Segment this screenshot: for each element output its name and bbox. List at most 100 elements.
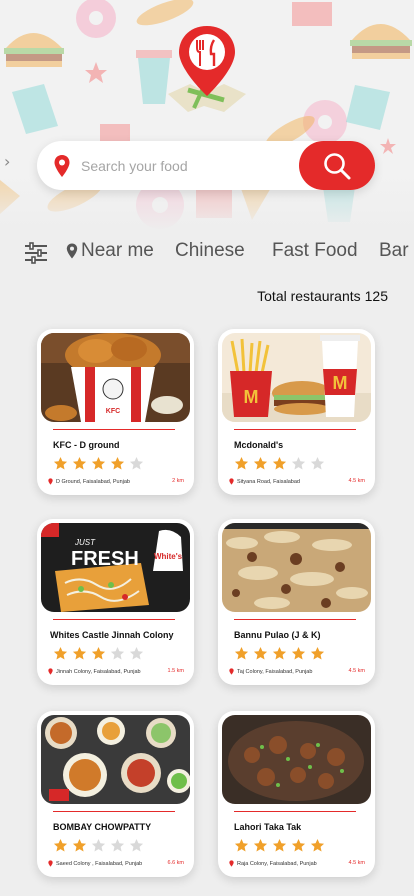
divider [53, 429, 175, 430]
star-icon [53, 646, 68, 660]
star-icon [253, 838, 268, 852]
restaurant-address: Saeed Colony , Faisalabad, Punjab [48, 860, 142, 867]
address-text: Taj Colony, Faisalabad, Punjab [237, 668, 313, 675]
divider [53, 619, 175, 620]
star-icon [234, 456, 249, 470]
location-pin-icon [229, 478, 234, 485]
restaurant-address: Raja Colony, Faisalabad, Punjab [229, 860, 317, 867]
restaurant-name: Bannu Pulao (J & K) [234, 630, 321, 640]
restaurant-address: Jinnah Colony, Faisalabad, Punjab [48, 668, 141, 675]
tab-chinese[interactable]: Chinese [175, 240, 245, 262]
restaurant-address: D Ground, Faisalabad, Punjab [48, 478, 130, 485]
star-icon [110, 838, 125, 852]
star-icon [291, 838, 306, 852]
location-pin-icon [229, 860, 234, 867]
restaurant-card[interactable]: JUST FRESH White's Whites Castle Jinnah … [37, 519, 194, 685]
svg-text:M: M [244, 387, 259, 407]
restaurant-card[interactable]: Lahori Taka Tak Raja Colony, Faisalabad,… [218, 711, 375, 877]
kfc-logo-text: KFC [106, 408, 120, 415]
restaurant-name: Whites Castle Jinnah Colony [50, 630, 174, 640]
restaurant-photo [222, 715, 371, 804]
divider [234, 619, 356, 620]
star-icon [129, 838, 144, 852]
location-pin-icon [229, 668, 234, 675]
app-logo-icon [164, 22, 250, 114]
divider [234, 429, 356, 430]
star-icon [110, 456, 125, 470]
rating-stars [53, 456, 148, 471]
star-icon [129, 456, 144, 470]
star-icon [253, 646, 268, 660]
search-bar [37, 141, 375, 190]
address-text: Jinnah Colony, Faisalabad, Punjab [56, 668, 141, 675]
total-restaurants-label: Total restaurants [257, 288, 361, 304]
search-button[interactable] [299, 141, 375, 190]
photo-text-fresh: FRESH [71, 548, 139, 570]
tab-near-me-label: Near me [81, 240, 154, 261]
divider [234, 811, 356, 812]
rating-stars [53, 838, 148, 853]
restaurant-photo: M M [222, 333, 371, 422]
star-icon [234, 646, 249, 660]
address-text: Raja Colony, Faisalabad, Punjab [237, 860, 317, 867]
star-icon [72, 456, 87, 470]
star-icon [110, 646, 125, 660]
star-icon [310, 838, 325, 852]
photo-text-just: JUST [74, 538, 96, 547]
search-icon [324, 152, 351, 179]
restaurant-photo: JUST FRESH White's [41, 523, 190, 612]
distance: 6.6 km [167, 860, 184, 866]
star-icon [53, 456, 68, 470]
star-icon [91, 456, 106, 470]
star-icon [291, 646, 306, 660]
star-icon [91, 838, 106, 852]
star-icon [272, 646, 287, 660]
chevron-left-icon[interactable]: › [4, 152, 10, 171]
restaurant-card[interactable]: Bannu Pulao (J & K) Taj Colony, Faisalab… [218, 519, 375, 685]
restaurant-name: BOMBAY CHOWPATTY [53, 822, 152, 832]
photo-text-whites: White's [154, 552, 183, 561]
restaurant-name: KFC - D ground [53, 440, 120, 450]
location-pin-icon [48, 478, 53, 485]
rating-stars [53, 646, 148, 661]
address-text: Saeed Colony , Faisalabad, Punjab [56, 860, 143, 867]
address-text: Sityana Road, Faisalabad [237, 478, 300, 485]
rating-stars [234, 456, 329, 471]
search-input[interactable] [81, 153, 291, 179]
restaurant-name: Mcdonald's [234, 440, 284, 450]
distance: 2 km [172, 478, 184, 484]
total-restaurants: Total restaurants 125 [257, 288, 388, 304]
star-icon [53, 838, 68, 852]
restaurant-photo [222, 523, 371, 612]
restaurant-card[interactable]: M M Mcdonald's Sityana Road, Faisalabad … [218, 329, 375, 495]
star-icon [91, 646, 106, 660]
star-icon [272, 838, 287, 852]
star-icon [234, 838, 249, 852]
restaurant-card[interactable]: BOMBAY CHOWPATTY Saeed Colony , Faisalab… [37, 711, 194, 877]
distance: 1.5 km [167, 668, 184, 674]
restaurant-photo: KFC [41, 333, 190, 422]
divider [53, 811, 175, 812]
star-icon [253, 456, 268, 470]
location-pin-icon [66, 243, 78, 259]
star-icon [72, 646, 87, 660]
category-bar: Near me Chinese Fast Food Bar [0, 236, 414, 270]
total-restaurants-count: 125 [364, 288, 388, 304]
tab-fast-food[interactable]: Fast Food [272, 240, 358, 262]
star-icon [272, 456, 287, 470]
filter-sliders-icon[interactable] [24, 242, 48, 264]
restaurant-name: Lahori Taka Tak [234, 822, 302, 832]
location-pin-icon [54, 155, 70, 177]
star-icon [72, 838, 87, 852]
location-pin-icon [48, 668, 53, 675]
address-text: D Ground, Faisalabad, Punjab [56, 478, 130, 485]
svg-text:M: M [333, 373, 348, 393]
restaurant-card[interactable]: KFC KFC - D ground D Ground, Faisalabad,… [37, 329, 194, 495]
restaurant-address: Taj Colony, Faisalabad, Punjab [229, 668, 312, 675]
tab-bar[interactable]: Bar [379, 240, 409, 262]
restaurant-address: Sityana Road, Faisalabad [229, 478, 300, 485]
rating-stars [234, 838, 329, 853]
distance: 4.5 km [348, 478, 365, 484]
tab-near-me[interactable]: Near me [66, 240, 154, 262]
star-icon [310, 456, 325, 470]
